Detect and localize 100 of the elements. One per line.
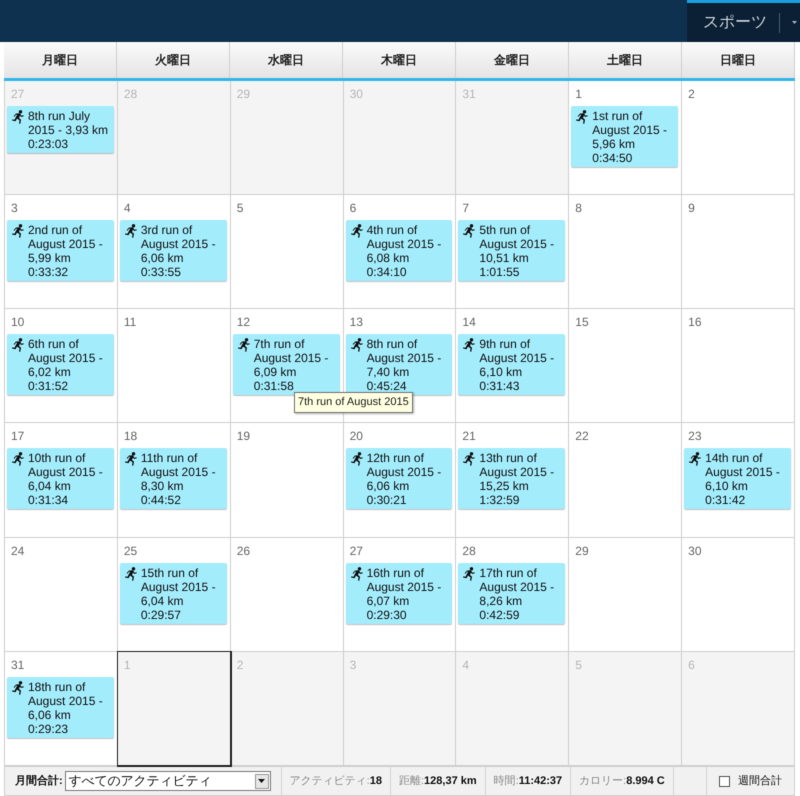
activity-event[interactable]: 7th run of August 2015 - 6,09 km 0:31:58 — [232, 334, 340, 396]
day-number: 15 — [574, 315, 590, 330]
day-cell[interactable]: 11 — [118, 309, 231, 424]
day-cell[interactable]: 26 — [230, 538, 344, 652]
runner-icon — [124, 566, 137, 581]
event-title: 6th run of August 2015 - 6,02 km — [28, 337, 104, 380]
event-title: 9th run of August 2015 - 6,10 km — [479, 337, 556, 380]
day-cell[interactable]: 31 18th run of August 2015 - 6,06 km 0:29:23 — [5, 652, 118, 766]
day-cell[interactable]: 18 11th run of August 2015 - 8,30 km 0:44:52 — [118, 423, 231, 538]
runner-icon — [11, 110, 24, 124]
stat-text: アクティビティ:18 — [280, 767, 390, 795]
activity-event[interactable]: 16th run of August 2015 - 6,07 km 0:29:30 — [346, 562, 452, 624]
activity-event[interactable]: 9th run of August 2015 - 6,10 km 0:31:43 — [458, 334, 566, 396]
stat-text: 距離:128,37 km — [390, 767, 485, 795]
activity-event[interactable]: 10th run of August 2015 - 6,04 km 0:31:34 — [7, 448, 114, 510]
activity-event[interactable]: 14th run of August 2015 - 6,10 km 0:31:42 — [684, 448, 791, 510]
event-duration: 0:45:24 — [366, 379, 408, 394]
day-cell[interactable]: 27 8th run July 2015 - 3,93 km 0:23:03 — [5, 81, 118, 196]
activity-event[interactable]: 2nd run of August 2015 - 5,99 km 0:33:32 — [7, 220, 114, 282]
runner-icon — [575, 110, 588, 124]
day-number: 27 — [348, 544, 364, 558]
stat-text: カロリー:8.994 C — [570, 767, 673, 795]
day-cell[interactable]: 23 14th run of August 2015 - 6,10 km 0:31:42 — [682, 423, 795, 538]
day-cell[interactable]: 14 9th run of August 2015 - 6,10 km 0:31:43 — [456, 309, 570, 424]
day-number: 26 — [236, 544, 252, 558]
day-number: 2 — [236, 658, 244, 672]
event-duration: 0:31:43 — [479, 379, 520, 394]
day-cell[interactable]: 5 — [230, 195, 344, 310]
event-title: 2nd run of August 2015 - 5,99 km — [28, 223, 104, 266]
day-cell[interactable]: 2 — [682, 81, 795, 196]
tooltip: 7th run of August 2015 — [294, 392, 413, 412]
day-cell[interactable]: 17 10th run of August 2015 - 6,04 km 0:31:34 — [5, 423, 118, 538]
day-cell[interactable]: 25 15th run of August 2015 - 6,04 km 0:29:57 — [118, 538, 231, 652]
event-duration: 0:23:03 — [28, 137, 70, 151]
event-title: 5th run of August 2015 - 10,51 km — [479, 223, 556, 266]
day-cell[interactable]: 29 — [569, 538, 682, 652]
runner-icon — [462, 224, 476, 238]
event-duration: 0:44:52 — [140, 493, 182, 508]
day-number: 7 — [461, 201, 470, 216]
sports-tab[interactable]: スポーツ — [687, 0, 800, 42]
activity-event[interactable]: 18th run of August 2015 - 6,06 km 0:29:23 — [7, 676, 114, 738]
day-cell[interactable]: 30 — [682, 538, 795, 652]
event-title: 17th run of August 2015 - 8,26 km — [479, 566, 556, 608]
activity-event[interactable]: 6th run of August 2015 - 6,02 km 0:31:52 — [7, 334, 114, 396]
activity-event[interactable]: 8th run of August 2015 - 7,40 km 0:45:24 — [346, 334, 452, 396]
day-cell[interactable]: 24 — [5, 538, 118, 652]
stat-text: 時間:11:42:37 — [484, 767, 570, 795]
event-duration: 0:31:52 — [28, 379, 70, 394]
day-cell[interactable]: 6 4th run of August 2015 - 6,08 km 0:34:10 — [344, 195, 456, 310]
weekly-total-checkbox[interactable]: 週間合計 — [707, 772, 794, 790]
event-duration: 0:30:21 — [366, 493, 408, 508]
day-cell[interactable]: 10 6th run of August 2015 - 6,02 km 0:31:52 — [5, 309, 118, 424]
day-number: 16 — [687, 315, 702, 330]
activity-event[interactable]: 11th run of August 2015 - 8,30 km 0:44:52 — [120, 448, 227, 510]
event-title: 14th run of August 2015 - 6,10 km — [705, 451, 781, 494]
activity-event[interactable]: 12th run of August 2015 - 6,06 km 0:30:21 — [346, 448, 452, 510]
activity-event[interactable]: 17th run of August 2015 - 8,26 km 0:42:59 — [458, 562, 566, 624]
activity-event[interactable]: 5th run of August 2015 - 10,51 km 1:01:55 — [458, 220, 566, 282]
activity-filter-dropdown[interactable]: すべてのアクティビティ — [64, 771, 271, 791]
runner-icon — [350, 452, 363, 466]
activity-event[interactable]: 8th run July 2015 - 3,93 km 0:23:03 — [7, 106, 114, 153]
day-number: 3 — [348, 658, 358, 672]
day-cell[interactable]: 7 5th run of August 2015 - 10,51 km 1:01:55 — [456, 195, 570, 310]
day-cell[interactable]: 9 — [682, 195, 795, 310]
day-cell[interactable]: 19 — [230, 423, 344, 538]
day-number: 25 — [122, 544, 138, 558]
activity-event[interactable]: 13th run of August 2015 - 15,25 km 1:32:59 — [458, 448, 566, 510]
day-number: 28 — [461, 544, 477, 558]
day-cell[interactable]: 16 — [682, 309, 795, 424]
runner-icon — [11, 680, 24, 695]
weekday-header: 金曜日 — [456, 42, 569, 78]
day-number: 3 — [10, 201, 19, 216]
day-cell[interactable]: 15 — [569, 309, 682, 424]
event-title: 15th run of August 2015 - 6,04 km — [140, 566, 217, 608]
activity-event[interactable]: 3rd run of August 2015 - 6,06 km 0:33:55 — [120, 220, 227, 282]
weekday-header: 土曜日 — [569, 42, 682, 78]
day-cell[interactable]: 3 2nd run of August 2015 - 5,99 km 0:33:32 — [5, 195, 118, 310]
day-number: 29 — [236, 87, 252, 101]
day-number: 1 — [122, 658, 132, 672]
day-cell[interactable]: 28 17th run of August 2015 - 8,26 km 0:42:59 — [456, 538, 570, 652]
day-cell[interactable]: 27 16th run of August 2015 - 6,07 km 0:29:30 — [344, 538, 456, 652]
activity-event[interactable]: 15th run of August 2015 - 6,04 km 0:29:57 — [120, 562, 227, 624]
day-number: 17 — [10, 429, 26, 444]
day-number: 6 — [348, 201, 358, 216]
activity-event[interactable]: 1st run of August 2015 - 5,96 km 0:34:50 — [571, 106, 678, 167]
day-cell[interactable]: 22 — [569, 423, 682, 538]
day-number: 18 — [122, 429, 138, 444]
day-cell[interactable]: 20 12th run of August 2015 - 6,06 km 0:30:21 — [344, 423, 456, 538]
day-cell[interactable]: 21 13th run of August 2015 - 15,25 km 1:32:59 — [456, 423, 570, 538]
event-duration: 0:31:58 — [254, 379, 295, 394]
day-cell[interactable]: 4 3rd run of August 2015 - 6,06 km 0:33:55 — [118, 195, 231, 310]
day-cell[interactable]: 8 — [569, 195, 682, 310]
activity-event[interactable]: 4th run of August 2015 - 6,08 km 0:34:10 — [346, 220, 452, 282]
day-number: 30 — [348, 87, 364, 101]
runner-icon — [11, 338, 24, 352]
day-number: 4 — [461, 658, 470, 672]
event-duration: 0:29:57 — [140, 608, 182, 622]
event-title: 16th run of August 2015 - 6,07 km — [366, 566, 442, 608]
day-cell[interactable]: 1 1st run of August 2015 - 5,96 km 0:34:50 — [569, 81, 682, 196]
day-number: 2 — [687, 87, 696, 101]
